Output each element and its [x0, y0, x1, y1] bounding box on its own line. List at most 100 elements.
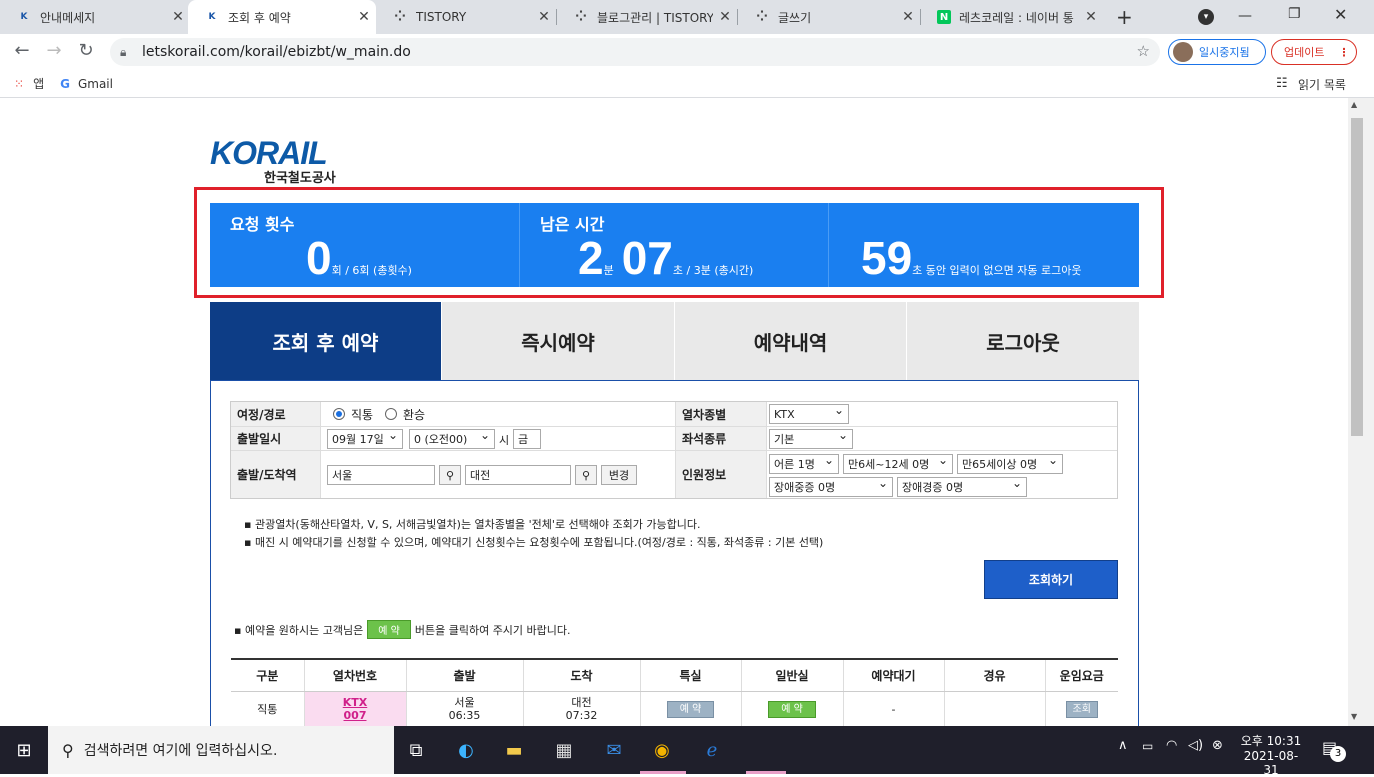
seat-type-label: 좌석종류 [675, 426, 767, 450]
fare-lookup-button[interactable]: 조회 [1065, 700, 1098, 718]
departure-search-icon[interactable]: ⚲ [439, 465, 461, 485]
cell-via [944, 691, 1046, 727]
time-select[interactable]: 0 (오전00) [409, 428, 495, 449]
column-header: 운임요금 [1045, 659, 1118, 692]
close-icon[interactable]: ✕ [713, 9, 737, 25]
update-button[interactable]: 업데이트 ⋮ [1271, 39, 1357, 65]
address-bar[interactable]: 🔒︎ letskorail.com/korail/ebizbt/w_main.d… [110, 38, 1160, 66]
bookmark-gmail[interactable]: Gmail [78, 77, 113, 91]
restore-icon[interactable]: ❐ [1288, 6, 1301, 22]
cell-general: 예 약 [741, 691, 844, 727]
reading-list[interactable]: 읽기 목록 [1298, 76, 1346, 93]
column-header: 일반실 [741, 659, 844, 692]
child-select[interactable]: 만6세~12세 0명 [843, 453, 953, 474]
scrollbar-thumb[interactable] [1351, 118, 1363, 436]
browser-tab[interactable]: K 안내메세지 ✕ [0, 0, 190, 34]
chrome-icon[interactable]: ◉ [648, 736, 676, 764]
scroll-down-icon[interactable]: ▼ [1351, 712, 1357, 721]
remaining-time-panel: 남은 시간 2 분 07 초 / 3분 (총시간) [520, 203, 829, 287]
weekday-field: 금 [513, 429, 541, 449]
back-icon[interactable]: ← [10, 40, 34, 61]
mail-icon[interactable]: ✉ [600, 736, 628, 764]
tab-search-then-reserve[interactable]: 조회 후 예약 [210, 302, 442, 380]
tistory-icon: ⁘ [575, 9, 587, 25]
apps-icon[interactable]: ⁙ [14, 77, 24, 91]
seat-type-select[interactable]: 기본 [769, 428, 853, 449]
disabled-severe-select[interactable]: 장애중증 0명 [769, 476, 893, 497]
volume-icon[interactable]: ◁) [1188, 738, 1203, 753]
disabled-mild-select[interactable]: 장애경증 0명 [897, 476, 1027, 497]
search-form: 여정/경로 출발일시 출발/도착역 열차종별 좌석종류 인원정보 직통 환승 0… [230, 401, 1118, 499]
windows-start-icon[interactable]: ⊞ [10, 736, 38, 764]
general-seat-reserve-button[interactable]: 예 약 [768, 700, 816, 718]
file-explorer-icon[interactable]: ▬ [500, 736, 528, 764]
edge-icon[interactable]: ◐ [452, 736, 480, 764]
tab-search-icon[interactable]: ▾ [1198, 9, 1214, 25]
departure-station-input[interactable]: 서울 [327, 465, 435, 485]
cell-departure: 서울 06:35 [406, 691, 524, 727]
bookmark-apps[interactable]: 앱 [33, 75, 44, 92]
taskbar-search[interactable]: ⚲ 검색하려면 여기에 입력하십시오. [48, 726, 394, 774]
special-seat-reserve-button[interactable]: 예 약 [666, 700, 715, 718]
arrival-search-icon[interactable]: ⚲ [575, 465, 597, 485]
task-view-icon[interactable]: ⧉ [402, 736, 430, 764]
store-icon[interactable]: ▦ [550, 736, 578, 764]
route-label: 여정/경로 [231, 402, 321, 426]
date-select[interactable]: 09월 17일 [327, 428, 403, 449]
reload-icon[interactable]: ↻ [74, 40, 98, 61]
browser-tab-strip: K 안내메세지 ✕ K 조회 후 예약 ✕ ⁘ TISTORY ✕ ⁘ 블로그관… [0, 0, 1374, 34]
close-icon[interactable]: ✕ [896, 9, 920, 25]
notification-count-badge: 3 [1330, 746, 1346, 762]
window-close-icon[interactable]: ✕ [1334, 5, 1347, 24]
remaining-minutes: 2 [578, 232, 604, 284]
request-count-value: 0 [306, 232, 332, 284]
tray-chevron-icon[interactable]: ∧ [1118, 738, 1128, 753]
new-tab-icon[interactable]: + [1116, 5, 1133, 29]
forward-icon[interactable]: → [42, 40, 66, 61]
clock[interactable]: 오후 10:31 2021-08-31 [1240, 732, 1302, 777]
notice-text: ▪ 매진 시 예약대기를 신청할 수 있으며, 예약대기 신청횟수는 요청횟수에… [244, 536, 824, 549]
browser-tab[interactable]: ⁘ 글쓰기 ✕ [738, 0, 920, 34]
close-icon[interactable]: ✕ [1079, 9, 1103, 25]
tab-logout[interactable]: 로그아웃 [907, 302, 1139, 380]
taskbar-search-placeholder: 검색하려면 여기에 입력하십시오. [83, 743, 278, 759]
arrival-station-input[interactable]: 대전 [465, 465, 571, 485]
search-icon: ⚲ [62, 740, 74, 760]
naver-icon: N [937, 10, 951, 24]
idle-timeout-panel: 59 초 동안 입력이 없으면 자동 로그아웃 [829, 203, 1139, 287]
close-icon[interactable]: ✕ [166, 9, 190, 25]
station-label: 출발/도착역 [231, 450, 321, 498]
senior-select[interactable]: 만65세이상 0명 [957, 453, 1063, 474]
profile-label: 일시중지됨 [1199, 46, 1250, 59]
logo-brand: KORAIL [210, 135, 328, 171]
idle-seconds: 59 [861, 232, 913, 284]
star-icon[interactable]: ☆ [1137, 42, 1150, 60]
browser-tab[interactable]: ⁘ 블로그관리 | TISTORY ✕ [557, 0, 737, 34]
browser-tab-active[interactable]: K 조회 후 예약 ✕ [188, 0, 376, 34]
train-number-link[interactable]: KTX 007 [304, 691, 407, 727]
search-button[interactable]: 조회하기 [984, 560, 1118, 599]
train-number: 007 [343, 709, 367, 723]
internet-explorer-icon[interactable]: ℯ [698, 736, 726, 764]
browser-tab[interactable]: N 레츠코레일 : 네이버 통 ✕ [921, 0, 1103, 34]
idle-timeout-detail: 초 동안 입력이 없으면 자동 로그아웃 [912, 264, 1082, 277]
adult-select[interactable]: 어른 1명 [769, 453, 839, 474]
tab-title: 안내메세지 [40, 10, 96, 25]
profile-button[interactable]: 일시중지됨 [1168, 39, 1266, 65]
close-icon[interactable]: ✕ [352, 9, 376, 25]
route-direct-radio[interactable] [333, 408, 345, 420]
tab-title: TISTORY [416, 10, 467, 24]
minimize-icon[interactable]: — [1238, 8, 1252, 24]
route-transfer-radio[interactable] [385, 408, 397, 420]
scroll-up-icon[interactable]: ▲ [1351, 100, 1357, 109]
wifi-icon[interactable]: ◠ [1166, 738, 1177, 753]
tistory-icon: ⁘ [756, 9, 768, 25]
close-icon[interactable]: ✕ [532, 9, 556, 25]
tab-instant-reserve[interactable]: 즉시예약 [442, 302, 675, 380]
swap-stations-button[interactable]: 변경 [601, 465, 637, 485]
train-type-select[interactable]: KTX [769, 403, 849, 424]
google-icon: G [60, 76, 70, 91]
browser-tab[interactable]: ⁘ TISTORY ✕ [376, 0, 556, 34]
korail-logo[interactable]: KORAIL 한국철도공사 [210, 135, 336, 186]
tab-reservation-history[interactable]: 예약내역 [675, 302, 907, 380]
